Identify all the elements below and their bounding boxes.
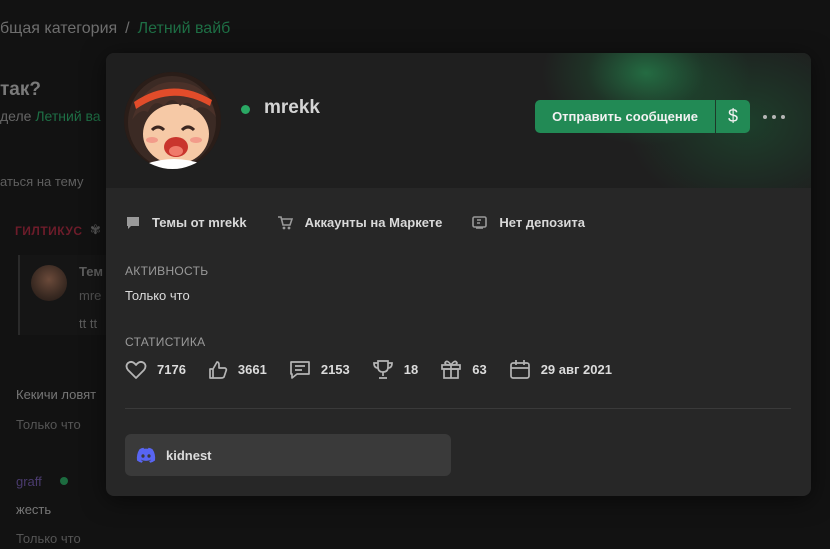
post-author-nick[interactable]: graff (16, 474, 42, 489)
discord-icon (136, 447, 156, 463)
more-options-button[interactable] (763, 107, 785, 127)
post-time: Только что (16, 417, 81, 432)
transfer-money-button[interactable]: $ (716, 100, 750, 133)
breadcrumb: бщая категория / Летний вайб (0, 20, 230, 38)
market-link-label: Аккаунты на Маркете (304, 215, 443, 230)
stat-trophies-value: 18 (403, 362, 419, 377)
stat-thumbs[interactable]: 3661 (208, 360, 267, 380)
stat-registered-value: 29 авг 2021 (540, 362, 612, 377)
stat-registered[interactable]: 29 авг 2021 (509, 359, 612, 380)
online-status-dot (241, 105, 250, 114)
trophy-icon (372, 360, 393, 379)
thumbs-up-icon (209, 360, 228, 379)
stat-gifts-value: 63 (472, 362, 487, 377)
dot (763, 115, 767, 119)
post-time: Только что (16, 531, 81, 546)
profile-links: Темы от mrekk Аккаунты на Маркете Нет де… (126, 215, 615, 230)
dot (781, 115, 785, 119)
stat-likes-value: 7176 (157, 362, 186, 377)
divider (125, 408, 791, 409)
post-author-nick[interactable]: ГИЛТИКУС (15, 224, 83, 238)
heart-icon (125, 360, 147, 379)
quote-text: tt tt (79, 316, 98, 331)
threads-link-label: Темы от mrekk (152, 215, 247, 230)
avatar-image (124, 72, 221, 169)
calendar-icon (509, 360, 530, 379)
reply-hint[interactable]: аться на тему (0, 174, 83, 189)
breadcrumb-separator: / (125, 20, 130, 37)
breadcrumb-current[interactable]: Летний вайб (138, 20, 231, 37)
gift-icon (441, 360, 462, 379)
stats-label: СТАТИСТИКА (125, 335, 206, 349)
comment-icon (127, 216, 139, 229)
quote-block (18, 255, 118, 335)
section-link[interactable]: Летний ва (35, 108, 100, 124)
quote-author: mre (79, 288, 102, 303)
badge-icon: ✾ (90, 222, 101, 237)
market-link[interactable]: Аккаунты на Маркете (277, 215, 443, 230)
deposit-link[interactable]: Нет депозита (472, 215, 585, 230)
discord-contact[interactable]: kidnest (125, 434, 451, 476)
send-message-button[interactable]: Отправить сообщение (535, 100, 715, 133)
profile-username[interactable]: mrekk (264, 97, 320, 119)
threads-link[interactable]: Темы от mrekk (126, 215, 247, 230)
post-text: жесть (16, 502, 52, 517)
stat-thumbs-value: 3661 (237, 362, 267, 377)
dot (772, 115, 776, 119)
thread-section: деле Летний ва (0, 108, 101, 124)
online-indicator (60, 477, 68, 485)
post-text: Кекичи ловят (16, 387, 97, 402)
deposit-link-label: Нет депозита (499, 215, 585, 230)
stat-messages-value: 2153 (320, 362, 350, 377)
stat-likes[interactable]: 7176 (125, 360, 186, 380)
quote-title[interactable]: Тем (79, 264, 103, 279)
stat-gifts[interactable]: 63 (440, 359, 487, 380)
activity-label: АКТИВНОСТЬ (125, 264, 209, 278)
breadcrumb-category[interactable]: бщая категория (0, 20, 117, 37)
quote-avatar[interactable] (31, 265, 67, 301)
profile-avatar[interactable] (124, 72, 221, 169)
section-prefix: деле (0, 108, 32, 124)
message-icon (289, 360, 310, 379)
activity-value: Только что (125, 288, 190, 303)
deposit-icon (472, 215, 488, 229)
discord-username: kidnest (166, 447, 212, 463)
stat-trophies[interactable]: 18 (372, 359, 418, 380)
profile-card: mrekk Отправить сообщение $ Темы от mrek… (106, 53, 811, 496)
stats-row: 7176 3661 2153 18 63 29 авг 2021 (125, 359, 634, 380)
thread-title: так? (0, 79, 41, 100)
stat-messages[interactable]: 2153 (289, 360, 350, 380)
cart-icon (277, 216, 293, 230)
